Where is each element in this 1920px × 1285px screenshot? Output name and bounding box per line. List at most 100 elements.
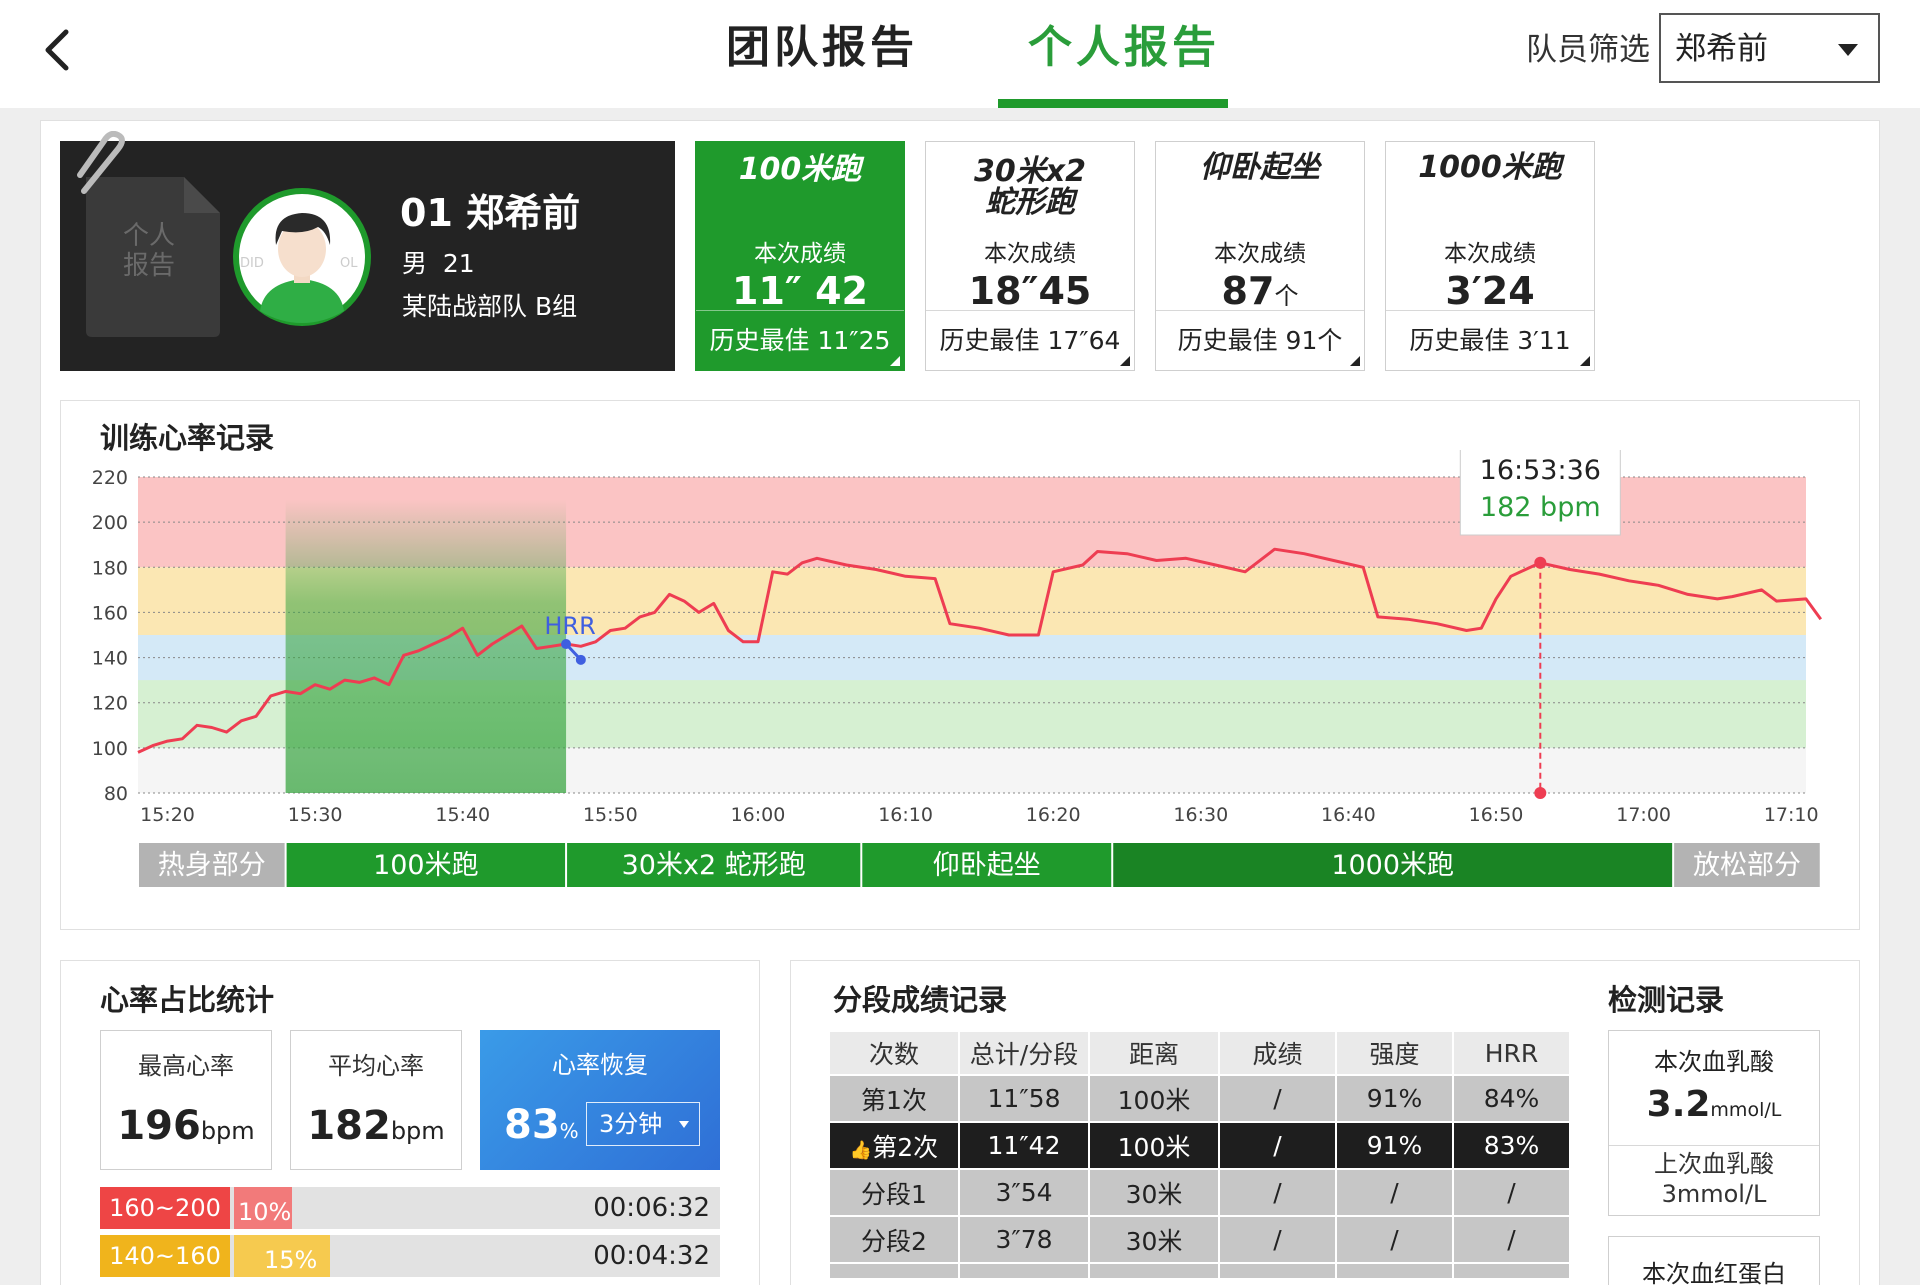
y-tick-label: 200 (92, 512, 128, 534)
hrr-point (575, 654, 586, 665)
member-filter-label: 队员筛选 (1526, 32, 1650, 68)
report-badge-text: 个人 报告 (122, 221, 175, 281)
event-tile-30m-snake[interactable]: 30米x2 蛇形跑 本次成绩 18″45 历史最佳 17″64 (925, 141, 1135, 371)
back-arrow-icon[interactable] (36, 26, 84, 74)
phase-label: 仰卧起坐 (933, 850, 1041, 881)
table-row-selected[interactable]: 👍第2次 11″42 100米 / 91% 83% (830, 1123, 1569, 1168)
zone-percent: 15% (234, 1235, 330, 1277)
last-lactate-value: 3mmol/L (1661, 1180, 1767, 1208)
avg-hr-box: 平均心率 182bpm (290, 1030, 462, 1170)
x-tick-label: 15:20 (140, 804, 195, 826)
hrr-point (561, 639, 572, 650)
table-cell: 30米 (1090, 1170, 1218, 1215)
zone-time: 00:04:32 (593, 1241, 710, 1271)
table-cell: / (1220, 1170, 1335, 1215)
table-row[interactable]: 第1次 11″58 100米 / 91% 84% (830, 1076, 1569, 1121)
table-cell (1090, 1264, 1218, 1278)
best-score: 历史最佳 17″64 (926, 310, 1134, 372)
current-lactate-wrap: 3.2mmol/L (1609, 1081, 1819, 1135)
last-lactate-label: 上次血乳酸 (1654, 1150, 1774, 1178)
x-tick-label: 16:10 (878, 804, 933, 826)
table-cell: 84% (1454, 1076, 1569, 1121)
divider (1609, 1145, 1819, 1146)
member-filter-select[interactable]: 郑希前 (1659, 13, 1880, 83)
segments-table: 次数 总计/分段 距离 成绩 强度 HRR 第1次 11″58 100米 / 9… (828, 1030, 1571, 1280)
table-cell: 3″54 (960, 1170, 1088, 1215)
col-header: 距离 (1090, 1032, 1218, 1074)
table-cell: 分段2 (830, 1217, 958, 1262)
athlete-gender-age: 男 21 (402, 249, 475, 278)
table-cell-first: 👍第2次 (830, 1123, 958, 1168)
table-row[interactable] (830, 1264, 1569, 1278)
tooltip-value: 182 bpm (1480, 492, 1601, 523)
current-score-label: 本次成绩 (754, 241, 846, 267)
tooltip-point (1534, 556, 1547, 569)
table-cell: / (1220, 1076, 1335, 1121)
current-score-label: 本次成绩 (984, 241, 1076, 267)
hr-recovery-value: 83 (504, 1102, 560, 1148)
phase-label: 100米跑 (373, 850, 479, 881)
y-tick-label: 180 (92, 557, 128, 579)
recovery-duration-select[interactable]: 3分钟 (586, 1102, 700, 1146)
x-tick-label: 17:00 (1616, 804, 1671, 826)
hr-recovery-label: 心率恢复 (552, 1051, 648, 1079)
hr-zone-row: 140~160 15% 00:04:32 (100, 1235, 720, 1277)
tab-team-report[interactable]: 团队报告 (726, 18, 918, 78)
y-tick-label: 120 (92, 693, 128, 715)
current-score-label: 本次成绩 (1214, 241, 1306, 267)
current-lactate-label: 本次血乳酸 (1654, 1048, 1774, 1076)
table-row[interactable]: 分段1 3″54 30米 / / / (830, 1170, 1569, 1215)
table-cell: / (1454, 1170, 1569, 1215)
detection-title: 检测记录 (1608, 983, 1725, 1017)
lactate-box: 本次血乳酸 3.2mmol/L 上次血乳酸 3mmol/L (1608, 1030, 1820, 1216)
x-tick-label: 15:40 (435, 804, 490, 826)
phase-label: 1000米跑 (1331, 850, 1454, 881)
current-score-label: 本次成绩 (1444, 241, 1536, 267)
max-hr-unit: bpm (200, 1117, 255, 1145)
table-cell: 30米 (1090, 1217, 1218, 1262)
phase-label: 放松部分 (1693, 850, 1801, 881)
tooltip-axis-point (1534, 787, 1547, 799)
recovery-duration-value: 3分钟 (599, 1110, 663, 1138)
hemoglobin-box: 本次血红蛋白 (1608, 1236, 1820, 1285)
avatar: DID OL (233, 188, 371, 326)
current-lactate-unit: mmol/L (1710, 1099, 1782, 1121)
expand-corner-icon (1350, 356, 1360, 366)
score-unit: 个 (1274, 282, 1299, 310)
event-tile-1000m[interactable]: 1000米跑 本次成绩 3′24 历史最佳 3′11 (1385, 141, 1595, 371)
svg-text:DID: DID (240, 256, 264, 271)
event-tile-situps[interactable]: 仰卧起坐 本次成绩 87个 历史最佳 91个 (1155, 141, 1365, 371)
table-cell (1454, 1264, 1569, 1278)
thumbs-up-icon: 👍 (849, 1139, 873, 1161)
expand-corner-icon (1580, 356, 1590, 366)
table-cell: / (1454, 1217, 1569, 1262)
avg-hr-value: 182 (307, 1103, 391, 1149)
event-tile-100m[interactable]: 100米跑 本次成绩 11″ 42 历史最佳 11″25 (695, 141, 905, 371)
table-cell: 83% (1454, 1123, 1569, 1168)
svg-text:OL: OL (340, 256, 358, 271)
expand-corner-icon (1120, 356, 1130, 366)
table-cell (1220, 1264, 1335, 1278)
best-score: 历史最佳 91个 (1156, 310, 1364, 372)
tab-personal-report[interactable]: 个人报告 (1028, 18, 1220, 78)
event-name: 仰卧起坐 (1200, 150, 1320, 185)
table-row[interactable]: 分段2 3″78 30米 / / / (830, 1217, 1569, 1262)
y-tick-label: 80 (104, 783, 128, 805)
event-name: 100米跑 (738, 152, 862, 187)
hr-recovery-value-wrap: 83% (504, 1100, 579, 1156)
hr-zone-row: 160~200 10% 00:06:32 (100, 1187, 720, 1229)
hr-stats-title: 心率占比统计 (100, 983, 275, 1017)
x-tick-label: 16:30 (1173, 804, 1228, 826)
table-cell: / (1220, 1123, 1335, 1168)
dropdown-caret-icon (679, 1121, 689, 1128)
x-tick-label: 17:10 (1764, 804, 1819, 826)
segments-title: 分段成绩记录 (833, 983, 1008, 1017)
x-tick-label: 15:30 (288, 804, 343, 826)
y-tick-label: 140 (92, 648, 128, 670)
phase-label: 热身部分 (158, 850, 266, 881)
table-cell: / (1220, 1217, 1335, 1262)
current-score: 11″ 42 (732, 269, 868, 313)
table-cell (830, 1264, 958, 1278)
table-cell (1337, 1264, 1452, 1278)
top-bar: 团队报告 个人报告 队员筛选 郑希前 (0, 0, 1920, 108)
